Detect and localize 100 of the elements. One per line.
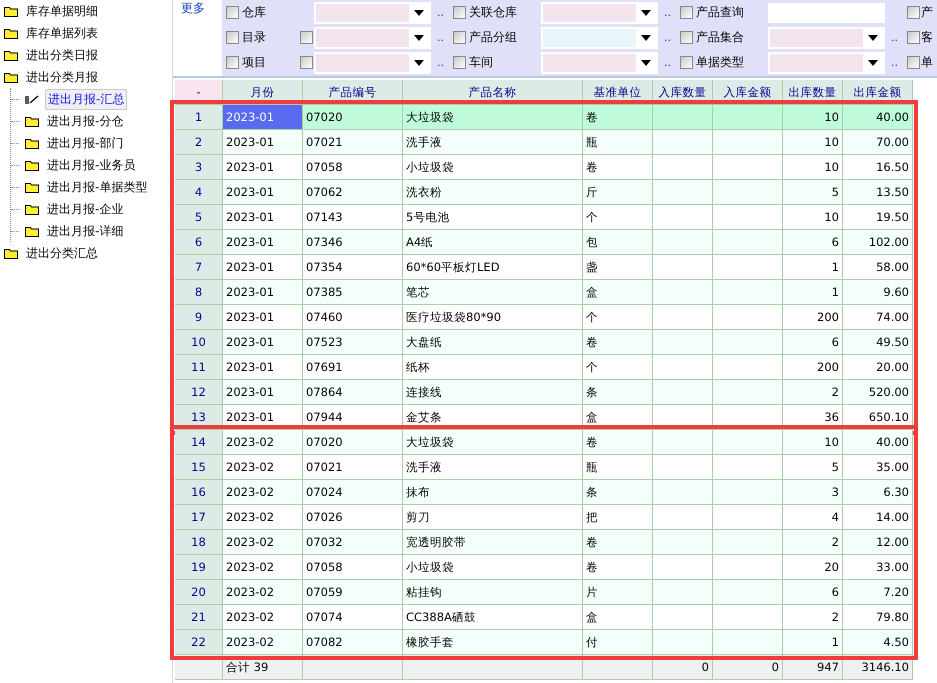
table-cell <box>713 430 783 455</box>
more-options-link[interactable]: .. <box>664 6 680 19</box>
table-cell: 40.00 <box>843 430 913 455</box>
table-cell <box>713 630 783 655</box>
row-number: 8 <box>175 280 223 305</box>
dropdown-field[interactable] <box>314 26 431 48</box>
checkbox[interactable] <box>226 6 239 19</box>
dropdown-field[interactable] <box>541 2 658 24</box>
checkbox[interactable] <box>680 6 693 19</box>
tree-item[interactable]: 库存单据明细 <box>24 2 100 20</box>
table-cell: 卷 <box>583 330 653 355</box>
tree-item[interactable]: 进出月报-单据类型 <box>45 178 150 196</box>
tree-item[interactable]: 进出月报-详细 <box>45 222 126 240</box>
table-cell: 宽透明胶带 <box>403 530 583 555</box>
dropdown-field[interactable] <box>314 2 431 24</box>
table-cell: 6 <box>783 230 843 255</box>
table-cell: 2023-02 <box>223 530 303 555</box>
checkbox[interactable] <box>907 56 920 69</box>
table-cell: 2 <box>783 530 843 555</box>
tree-item[interactable]: 进出分类日报 <box>24 46 100 64</box>
table-cell: 3 <box>783 480 843 505</box>
pen-icon <box>25 94 39 104</box>
checkbox[interactable] <box>907 6 920 19</box>
filter-label: 产品分组 <box>469 29 518 46</box>
row-number: 22 <box>175 630 223 655</box>
table-cell: 笔芯 <box>403 280 583 305</box>
table-cell <box>653 105 713 130</box>
more-options-link[interactable]: .. <box>664 31 680 44</box>
caret-icon[interactable] <box>639 8 653 16</box>
caret-icon[interactable] <box>866 58 880 66</box>
table-cell: 斤 <box>583 180 653 205</box>
table-cell <box>653 180 713 205</box>
dropdown-field[interactable] <box>541 52 658 74</box>
table-cell <box>653 480 713 505</box>
row-number: 18 <box>175 530 223 555</box>
checkbox[interactable] <box>453 56 466 69</box>
filter-label: 客 <box>921 29 933 46</box>
dropdown-field[interactable] <box>541 26 658 48</box>
table-cell: 条 <box>583 380 653 405</box>
caret-icon[interactable] <box>866 34 880 42</box>
checkbox[interactable] <box>226 31 239 44</box>
filter-label: 关联仓库 <box>469 4 518 21</box>
more-link[interactable]: 更多 <box>173 0 222 76</box>
tree-item[interactable]: 进出月报-企业 <box>45 200 126 218</box>
dropdown-field[interactable] <box>768 52 885 74</box>
table-cell: 2023-01 <box>223 130 303 155</box>
table-cell <box>713 530 783 555</box>
row-number: 4 <box>175 180 223 205</box>
tree-item[interactable]: 进出月报-业务员 <box>45 156 138 174</box>
folder-icon <box>25 138 39 148</box>
folder-icon <box>4 72 18 82</box>
tree-item[interactable]: 进出月报-部门 <box>45 134 126 152</box>
table-cell: 49.50 <box>843 330 913 355</box>
table-cell: 大垃圾袋 <box>403 105 583 130</box>
table-cell: 卷 <box>583 105 653 130</box>
table-cell: 洗手液 <box>403 130 583 155</box>
checkbox[interactable] <box>300 31 313 44</box>
row-number: 1 <box>175 105 223 130</box>
checkbox[interactable] <box>907 31 920 44</box>
table-cell: 粘挂钩 <box>403 580 583 605</box>
more-options-link[interactable]: .. <box>437 31 453 44</box>
table-cell: 橡胶手套 <box>403 630 583 655</box>
more-options-link[interactable]: .. <box>891 56 907 69</box>
tree-item[interactable]: 进出月报-分仓 <box>45 112 126 130</box>
dropdown-field[interactable] <box>768 26 885 48</box>
tree-item[interactable]: 进出分类月报 <box>24 68 100 86</box>
more-options-link[interactable]: .. <box>437 6 453 19</box>
caret-icon[interactable] <box>412 34 426 42</box>
table-cell <box>653 530 713 555</box>
checkbox[interactable] <box>300 56 313 69</box>
input-field[interactable] <box>768 2 885 22</box>
row-number: 19 <box>175 555 223 580</box>
table-cell <box>713 480 783 505</box>
caret-icon[interactable] <box>639 58 653 66</box>
checkbox[interactable] <box>453 31 466 44</box>
caret-icon[interactable] <box>639 34 653 42</box>
table-cell: 520.00 <box>843 380 913 405</box>
table-cell: 6 <box>783 330 843 355</box>
table-cell: 瓶 <box>583 130 653 155</box>
dropdown-field[interactable] <box>314 52 431 74</box>
checkbox[interactable] <box>453 6 466 19</box>
table-cell: 07385 <box>303 280 403 305</box>
row-number: 17 <box>175 505 223 530</box>
checkbox[interactable] <box>226 56 239 69</box>
checkbox[interactable] <box>680 56 693 69</box>
filter-label: 项目 <box>242 54 267 71</box>
tree-item[interactable]: 进出月报-汇总 <box>45 88 128 110</box>
tree-item[interactable]: 库存单据列表 <box>24 24 100 42</box>
more-options-link[interactable]: .. <box>437 56 453 69</box>
table-cell: 1 <box>783 630 843 655</box>
table-cell: 包 <box>583 230 653 255</box>
filter-label: 单据类型 <box>696 54 745 71</box>
checkbox[interactable] <box>680 31 693 44</box>
caret-icon[interactable] <box>412 58 426 66</box>
more-options-link[interactable]: .. <box>664 56 680 69</box>
more-options-link[interactable]: .. <box>891 31 907 44</box>
tree-item[interactable]: 进出分类汇总 <box>24 244 100 262</box>
caret-icon[interactable] <box>412 8 426 16</box>
table-cell <box>713 380 783 405</box>
table-cell: 2023-01 <box>223 280 303 305</box>
